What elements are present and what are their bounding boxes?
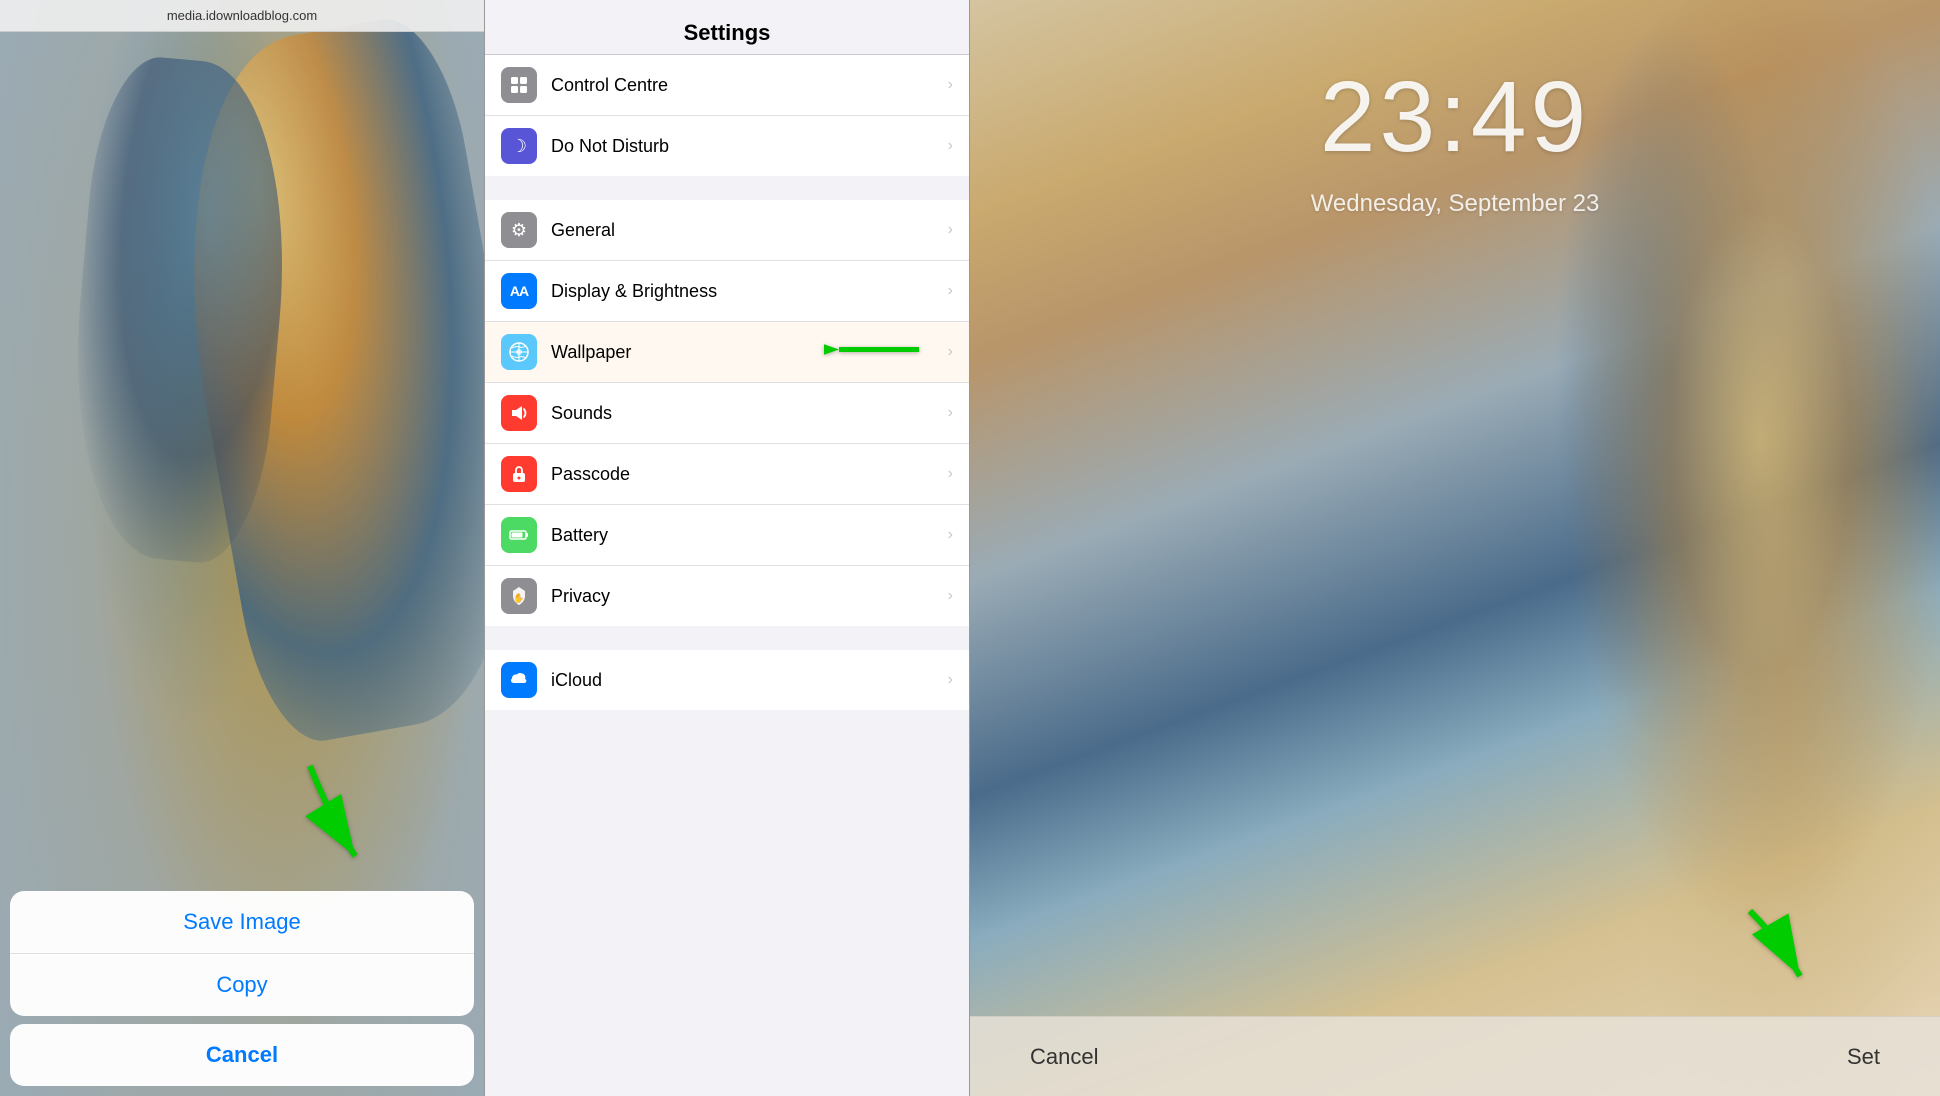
icloud-icon — [501, 662, 537, 698]
arrow-set-button — [1730, 901, 1820, 996]
settings-row-icloud[interactable]: iCloud › — [485, 650, 969, 710]
sounds-chevron: › — [948, 404, 953, 422]
settings-title: Settings — [684, 20, 771, 45]
settings-list[interactable]: Control Centre › ☽ Do Not Disturb › ⚙ Ge… — [485, 55, 969, 1096]
svg-text:✋: ✋ — [513, 592, 524, 603]
sounds-icon — [501, 395, 537, 431]
arrow-save-image — [300, 756, 380, 876]
control-centre-chevron: › — [948, 76, 953, 94]
do-not-disturb-icon: ☽ — [501, 128, 537, 164]
save-image-button[interactable]: Save Image — [10, 891, 474, 954]
settings-header: Settings — [485, 0, 969, 55]
settings-section-2: ⚙ General › AA Display & Brightness › — [485, 200, 969, 626]
icloud-label: iCloud — [551, 670, 948, 691]
url-bar: media.idownloadblog.com — [0, 0, 484, 32]
settings-row-do-not-disturb[interactable]: ☽ Do Not Disturb › — [485, 116, 969, 176]
panel1-share-sheet: media.idownloadblog.com Save Image Copy … — [0, 0, 485, 1096]
icloud-chevron: › — [948, 671, 953, 689]
settings-row-control-centre[interactable]: Control Centre › — [485, 55, 969, 116]
display-brightness-icon: AA — [501, 273, 537, 309]
general-icon: ⚙ — [501, 212, 537, 248]
display-brightness-chevron: › — [948, 282, 953, 300]
privacy-icon: ✋ — [501, 578, 537, 614]
action-sheet-main: Save Image Copy — [10, 891, 474, 1016]
sounds-label: Sounds — [551, 403, 948, 424]
battery-icon — [501, 517, 537, 553]
lock-screen-bottom-bar: Cancel Set — [970, 1016, 1940, 1096]
passcode-chevron: › — [948, 465, 953, 483]
settings-row-display-brightness[interactable]: AA Display & Brightness › — [485, 261, 969, 322]
general-label: General — [551, 220, 948, 241]
settings-row-passcode[interactable]: Passcode › — [485, 444, 969, 505]
settings-row-sounds[interactable]: Sounds › — [485, 383, 969, 444]
passcode-label: Passcode — [551, 464, 948, 485]
display-brightness-label: Display & Brightness — [551, 281, 948, 302]
privacy-label: Privacy — [551, 586, 948, 607]
lock-screen-time: 23:49 — [970, 60, 1940, 175]
panel3-lock-screen: 23:49 Wednesday, September 23 Cancel Set — [970, 0, 1940, 1096]
lock-set-button[interactable]: Set — [1847, 1044, 1880, 1070]
do-not-disturb-chevron: › — [948, 137, 953, 155]
copy-button[interactable]: Copy — [10, 954, 474, 1016]
section-gap-2 — [485, 626, 969, 650]
battery-chevron: › — [948, 526, 953, 544]
lock-screen-date: Wednesday, September 23 — [970, 190, 1940, 218]
do-not-disturb-label: Do Not Disturb — [551, 136, 948, 157]
lock-cancel-button[interactable]: Cancel — [1030, 1044, 1098, 1070]
settings-section-3: iCloud › — [485, 650, 969, 710]
url-text: media.idownloadblog.com — [167, 8, 317, 23]
wallpaper-icon — [501, 334, 537, 370]
control-centre-label: Control Centre — [551, 75, 948, 96]
settings-row-general[interactable]: ⚙ General › — [485, 200, 969, 261]
settings-row-battery[interactable]: Battery › — [485, 505, 969, 566]
wallpaper-chevron: › — [948, 343, 953, 361]
settings-section-1: Control Centre › ☽ Do Not Disturb › — [485, 55, 969, 176]
settings-row-wallpaper[interactable]: Wallpaper › — [485, 322, 969, 383]
battery-label: Battery — [551, 525, 948, 546]
cancel-button[interactable]: Cancel — [10, 1024, 474, 1086]
passcode-icon — [501, 456, 537, 492]
action-sheet: Save Image Copy Cancel — [0, 883, 484, 1096]
privacy-chevron: › — [948, 587, 953, 605]
general-chevron: › — [948, 221, 953, 239]
section-gap-1 — [485, 176, 969, 200]
control-centre-icon — [501, 67, 537, 103]
arrow-wallpaper — [824, 330, 924, 375]
panel2-settings: Settings Control Centre › — [485, 0, 970, 1096]
settings-row-privacy[interactable]: ✋ Privacy › — [485, 566, 969, 626]
